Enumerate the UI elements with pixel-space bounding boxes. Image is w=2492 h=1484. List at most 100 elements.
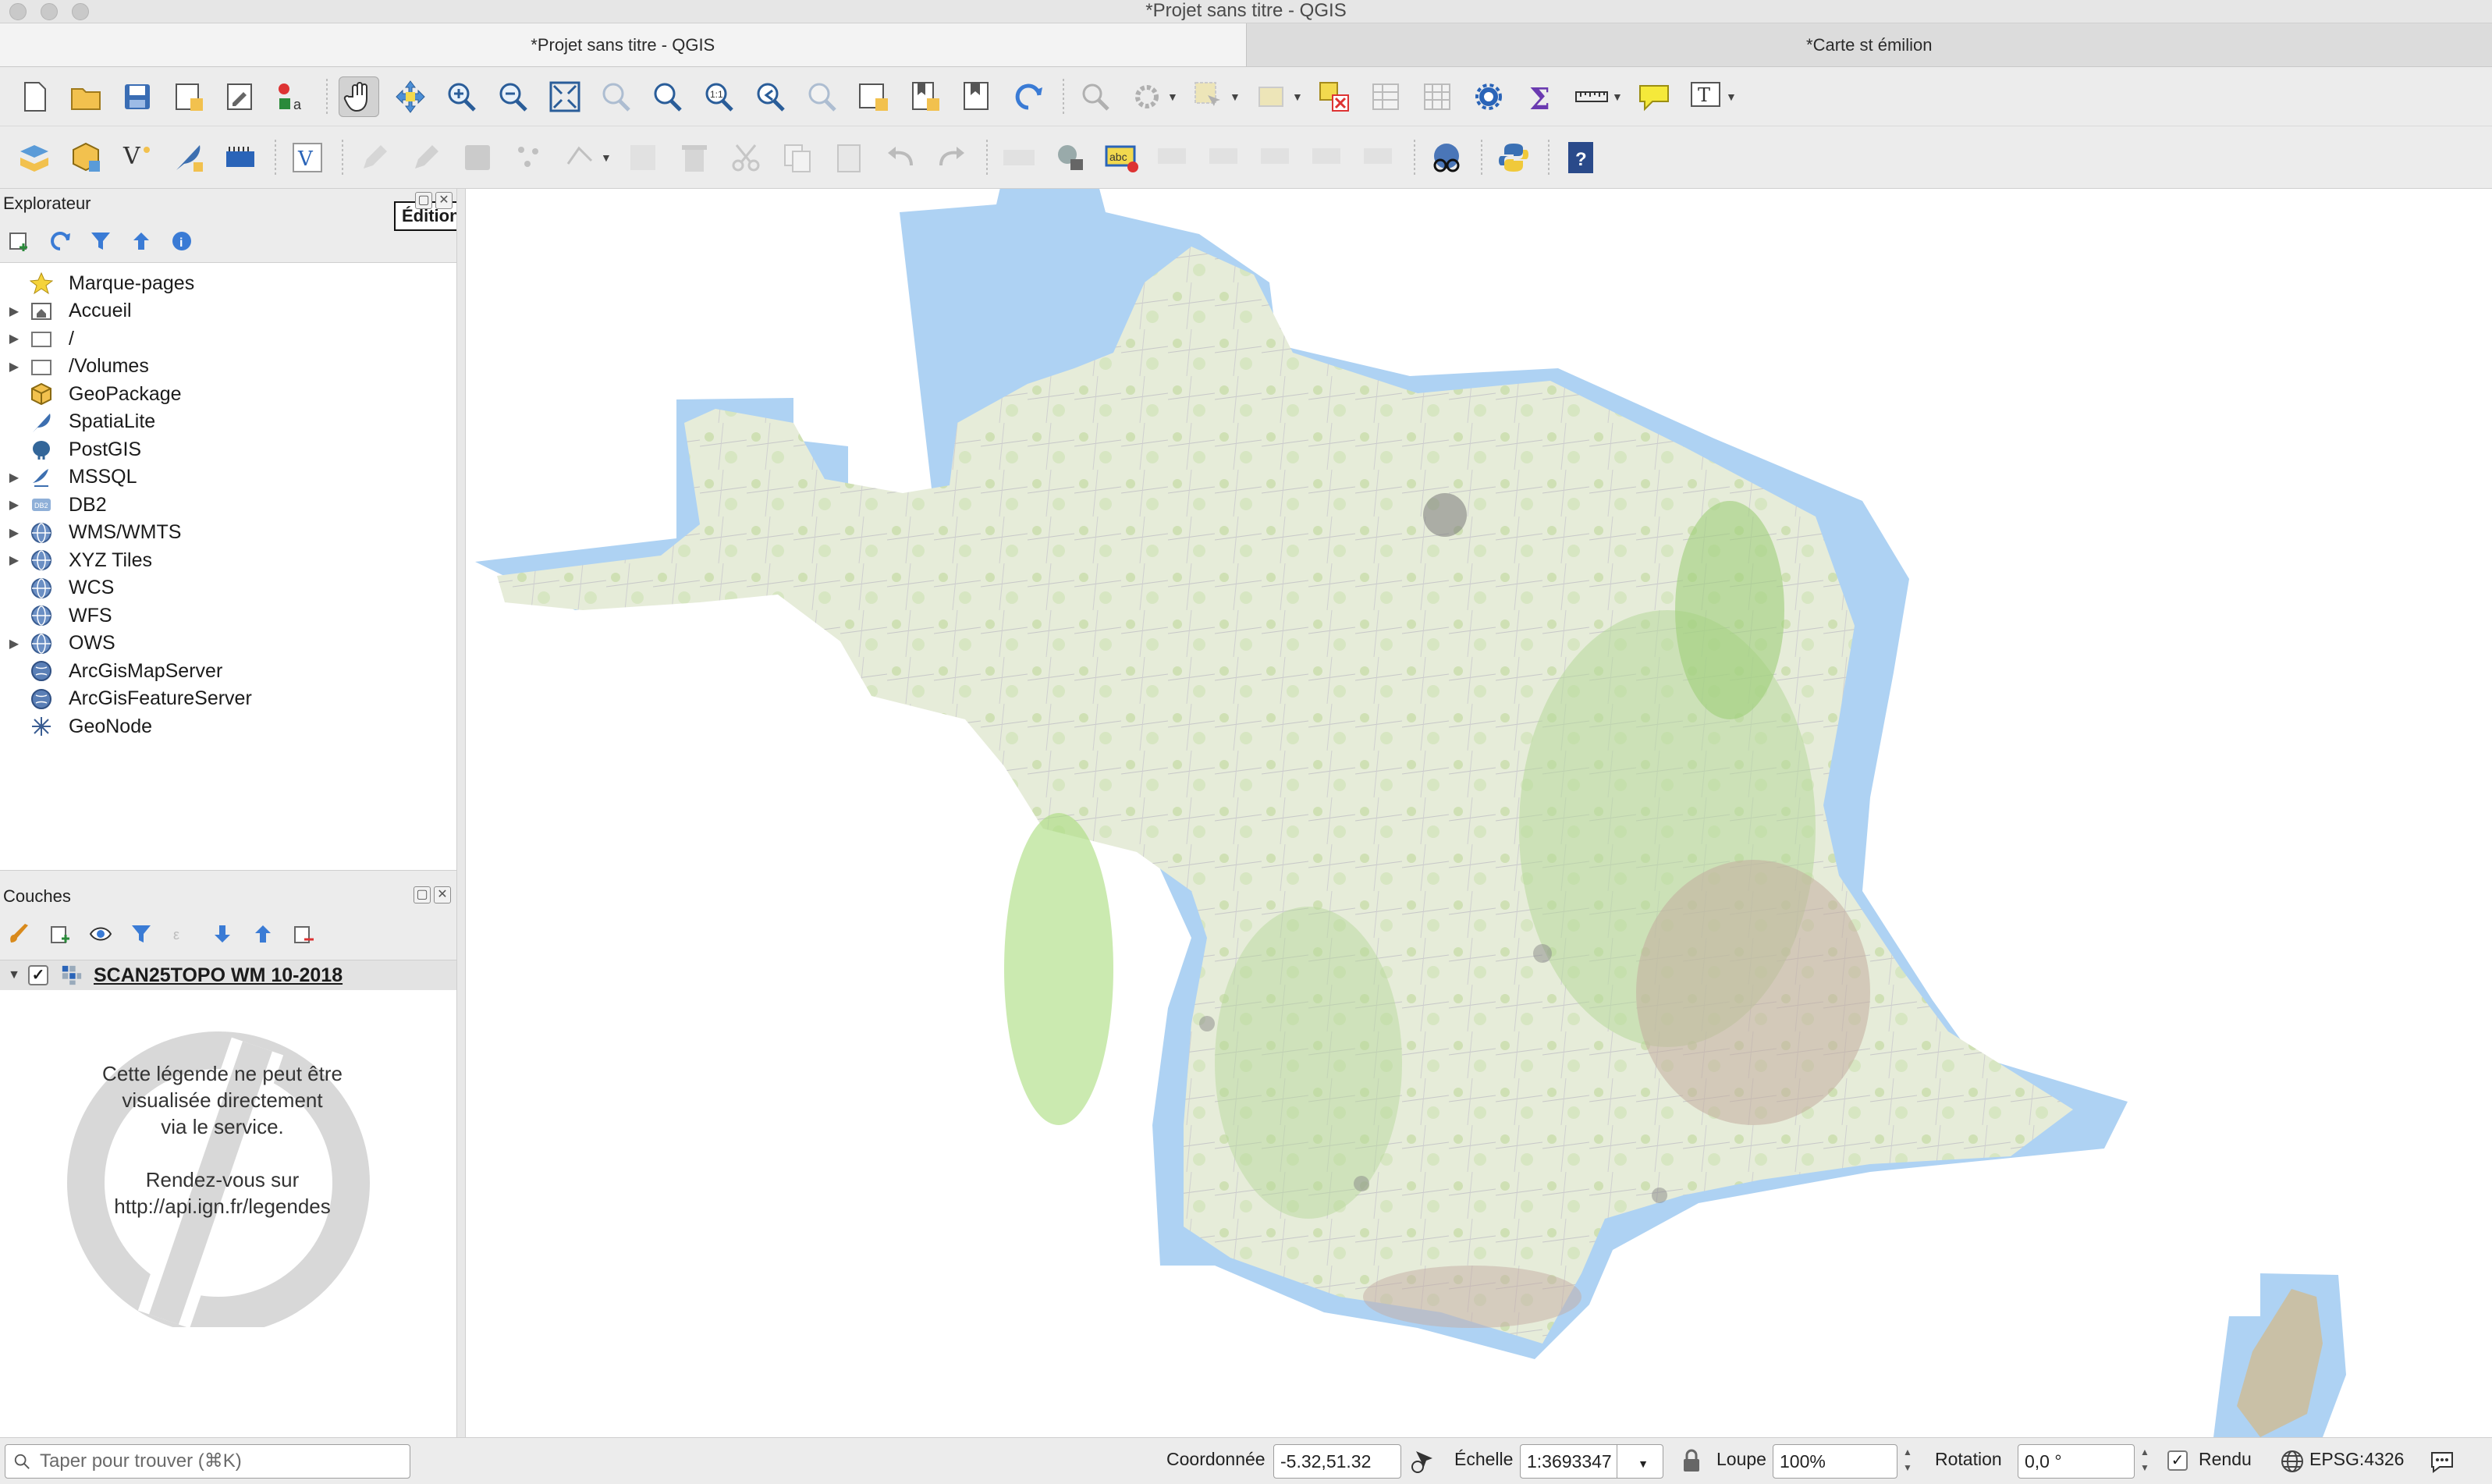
browser-item-wfs[interactable]: WFS bbox=[0, 602, 112, 630]
zoom-to-layer-button[interactable] bbox=[648, 76, 688, 117]
delete-selected-button[interactable] bbox=[674, 137, 715, 178]
rotate-label-button[interactable] bbox=[1308, 137, 1348, 178]
refresh-button[interactable] bbox=[1008, 76, 1049, 117]
magnifier-stepper[interactable]: ▲ ▼ bbox=[1899, 1444, 1916, 1479]
manage-map-themes-button[interactable] bbox=[87, 921, 114, 947]
zoom-to-selection-button[interactable] bbox=[596, 76, 637, 117]
zoom-full-button[interactable] bbox=[545, 76, 585, 117]
filter-browser-button[interactable] bbox=[87, 228, 114, 254]
vertex-tool-button[interactable] bbox=[560, 137, 601, 178]
scale-dropdown-button[interactable]: ▼ bbox=[1617, 1444, 1663, 1479]
locator-search-input[interactable] bbox=[40, 1450, 399, 1472]
new-geopackage-layer-button[interactable] bbox=[66, 137, 106, 178]
open-layer-styling-button[interactable] bbox=[6, 921, 33, 947]
remove-layer-button[interactable] bbox=[290, 921, 317, 947]
pin-labels-button[interactable] bbox=[1153, 137, 1194, 178]
chevron-down-icon[interactable]: ▼ bbox=[1230, 91, 1241, 103]
browser-item-geonode[interactable]: GeoNode bbox=[0, 712, 152, 740]
collapse-all-button[interactable] bbox=[128, 228, 154, 254]
browser-item-mssql[interactable]: ▶ MSSQL bbox=[0, 463, 137, 492]
open-attribute-table-button[interactable] bbox=[1365, 76, 1406, 117]
browser-item-postgis[interactable]: PostGIS bbox=[0, 435, 141, 463]
close-panel-button[interactable]: ✕ bbox=[434, 886, 451, 904]
float-panel-button[interactable]: ▢ bbox=[415, 192, 432, 209]
browser-item-wms-wmts[interactable]: ▶ WMS/WMTS bbox=[0, 519, 182, 547]
chevron-down-icon[interactable]: ▼ bbox=[1167, 91, 1178, 103]
toggle-editing-button[interactable] bbox=[406, 137, 446, 178]
zoom-in-button[interactable] bbox=[442, 76, 482, 117]
current-edits-button[interactable] bbox=[354, 137, 395, 178]
browser-item-spatialite[interactable]: SpatiaLite bbox=[0, 408, 155, 436]
browser-item-marque-pages[interactable]: Marque-pages bbox=[0, 269, 194, 297]
python-console-button[interactable] bbox=[1493, 137, 1534, 178]
run-feature-action-button[interactable] bbox=[1127, 76, 1167, 117]
zoom-next-button[interactable] bbox=[802, 76, 843, 117]
toggle-extents-button[interactable] bbox=[1406, 1446, 1437, 1477]
show-bookmarks-button[interactable] bbox=[957, 76, 997, 117]
new-bookmark-button[interactable] bbox=[905, 76, 946, 117]
lock-scale-button[interactable] bbox=[1676, 1446, 1707, 1477]
toolbox-button[interactable] bbox=[1468, 76, 1509, 117]
expand-all-button[interactable] bbox=[209, 921, 236, 947]
rotation-stepper[interactable]: ▲ ▼ bbox=[2136, 1444, 2153, 1479]
browser-item-arcgismapserver[interactable]: ArcGisMapServer bbox=[0, 657, 222, 685]
highlight-pinned-labels-button[interactable]: abc bbox=[1102, 137, 1142, 178]
digitize-point-button[interactable] bbox=[509, 137, 549, 178]
cut-features-button[interactable] bbox=[726, 137, 766, 178]
layer-labeling-button[interactable] bbox=[999, 137, 1039, 178]
expand-arrow-icon[interactable]: ▶ bbox=[0, 497, 28, 513]
browser-item-root[interactable]: ▶ / bbox=[0, 325, 74, 353]
rotation-field[interactable]: 0,0 ° bbox=[2018, 1444, 2135, 1479]
copy-features-button[interactable] bbox=[777, 137, 818, 178]
show-hide-labels-button[interactable] bbox=[1205, 137, 1245, 178]
crs-button[interactable]: EPSG:4326 bbox=[2309, 1449, 2404, 1470]
select-by-value-button[interactable] bbox=[1251, 76, 1292, 117]
pan-to-selection-button[interactable] bbox=[390, 76, 431, 117]
map-tips-button[interactable] bbox=[1634, 76, 1674, 117]
undo-button[interactable] bbox=[880, 137, 921, 178]
chevron-down-icon[interactable]: ▼ bbox=[1726, 91, 1737, 103]
identify-features-button[interactable] bbox=[1075, 76, 1116, 117]
zoom-out-button[interactable] bbox=[493, 76, 534, 117]
open-field-calculator-button[interactable] bbox=[1417, 76, 1457, 117]
collapse-arrow-icon[interactable]: ▼ bbox=[0, 968, 28, 982]
tab-carte-st-emilion[interactable]: *Carte st émilion bbox=[1245, 23, 2492, 66]
collapse-all-button[interactable] bbox=[250, 921, 276, 947]
scale-field[interactable]: 1:3693347 bbox=[1520, 1444, 1617, 1479]
add-virtual-layer-button[interactable]: V bbox=[287, 137, 328, 178]
expand-arrow-icon[interactable]: ▶ bbox=[0, 304, 28, 319]
browser-item-xyz-tiles[interactable]: ▶ XYZ Tiles bbox=[0, 546, 152, 574]
magnifier-field[interactable]: 100% bbox=[1773, 1444, 1897, 1479]
layer-diagram-button[interactable] bbox=[1050, 137, 1091, 178]
expand-arrow-icon[interactable]: ▶ bbox=[0, 359, 28, 375]
open-project-button[interactable] bbox=[66, 76, 106, 117]
layout-manager-button[interactable] bbox=[220, 76, 261, 117]
help-contents-button[interactable]: ? bbox=[1560, 137, 1601, 178]
modify-attributes-button[interactable] bbox=[623, 137, 663, 178]
add-selected-layers-button[interactable] bbox=[6, 228, 33, 254]
properties-button[interactable]: i bbox=[169, 228, 195, 254]
layer-item-scan25topo[interactable]: ▼ ✓ SCAN25TOPO WM 10-2018 bbox=[0, 960, 456, 990]
statistical-summary-button[interactable]: Σ bbox=[1520, 76, 1560, 117]
expand-arrow-icon[interactable]: ▶ bbox=[0, 470, 28, 485]
expand-arrow-icon[interactable]: ▶ bbox=[0, 636, 28, 651]
browser-item-db2[interactable]: ▶ DB2 DB2 bbox=[0, 491, 107, 519]
close-panel-button[interactable]: ✕ bbox=[435, 192, 453, 209]
add-group-button[interactable] bbox=[47, 921, 73, 947]
messages-button[interactable] bbox=[2426, 1446, 2458, 1477]
tab-projet-sans-titre[interactable]: *Projet sans titre - QGIS bbox=[0, 23, 1246, 66]
chevron-down-icon[interactable]: ▼ bbox=[601, 151, 612, 164]
browser-item-accueil[interactable]: ▶ Accueil bbox=[0, 297, 132, 325]
expand-arrow-icon[interactable]: ▶ bbox=[0, 552, 28, 568]
new-shapefile-layer-button[interactable]: V bbox=[117, 137, 158, 178]
style-manager-button[interactable]: a bbox=[272, 76, 312, 117]
panel-splitter[interactable] bbox=[456, 189, 466, 1437]
select-features-button[interactable] bbox=[1189, 76, 1230, 117]
refresh-browser-button[interactable] bbox=[47, 228, 73, 254]
filter-legend-button[interactable] bbox=[128, 921, 154, 947]
move-label-button[interactable] bbox=[1256, 137, 1297, 178]
coordinate-field[interactable]: -5.32,51.32 bbox=[1273, 1444, 1401, 1479]
data-source-manager-button[interactable] bbox=[14, 137, 55, 178]
new-project-button[interactable] bbox=[14, 76, 55, 117]
layer-visibility-checkbox[interactable]: ✓ bbox=[28, 965, 48, 985]
